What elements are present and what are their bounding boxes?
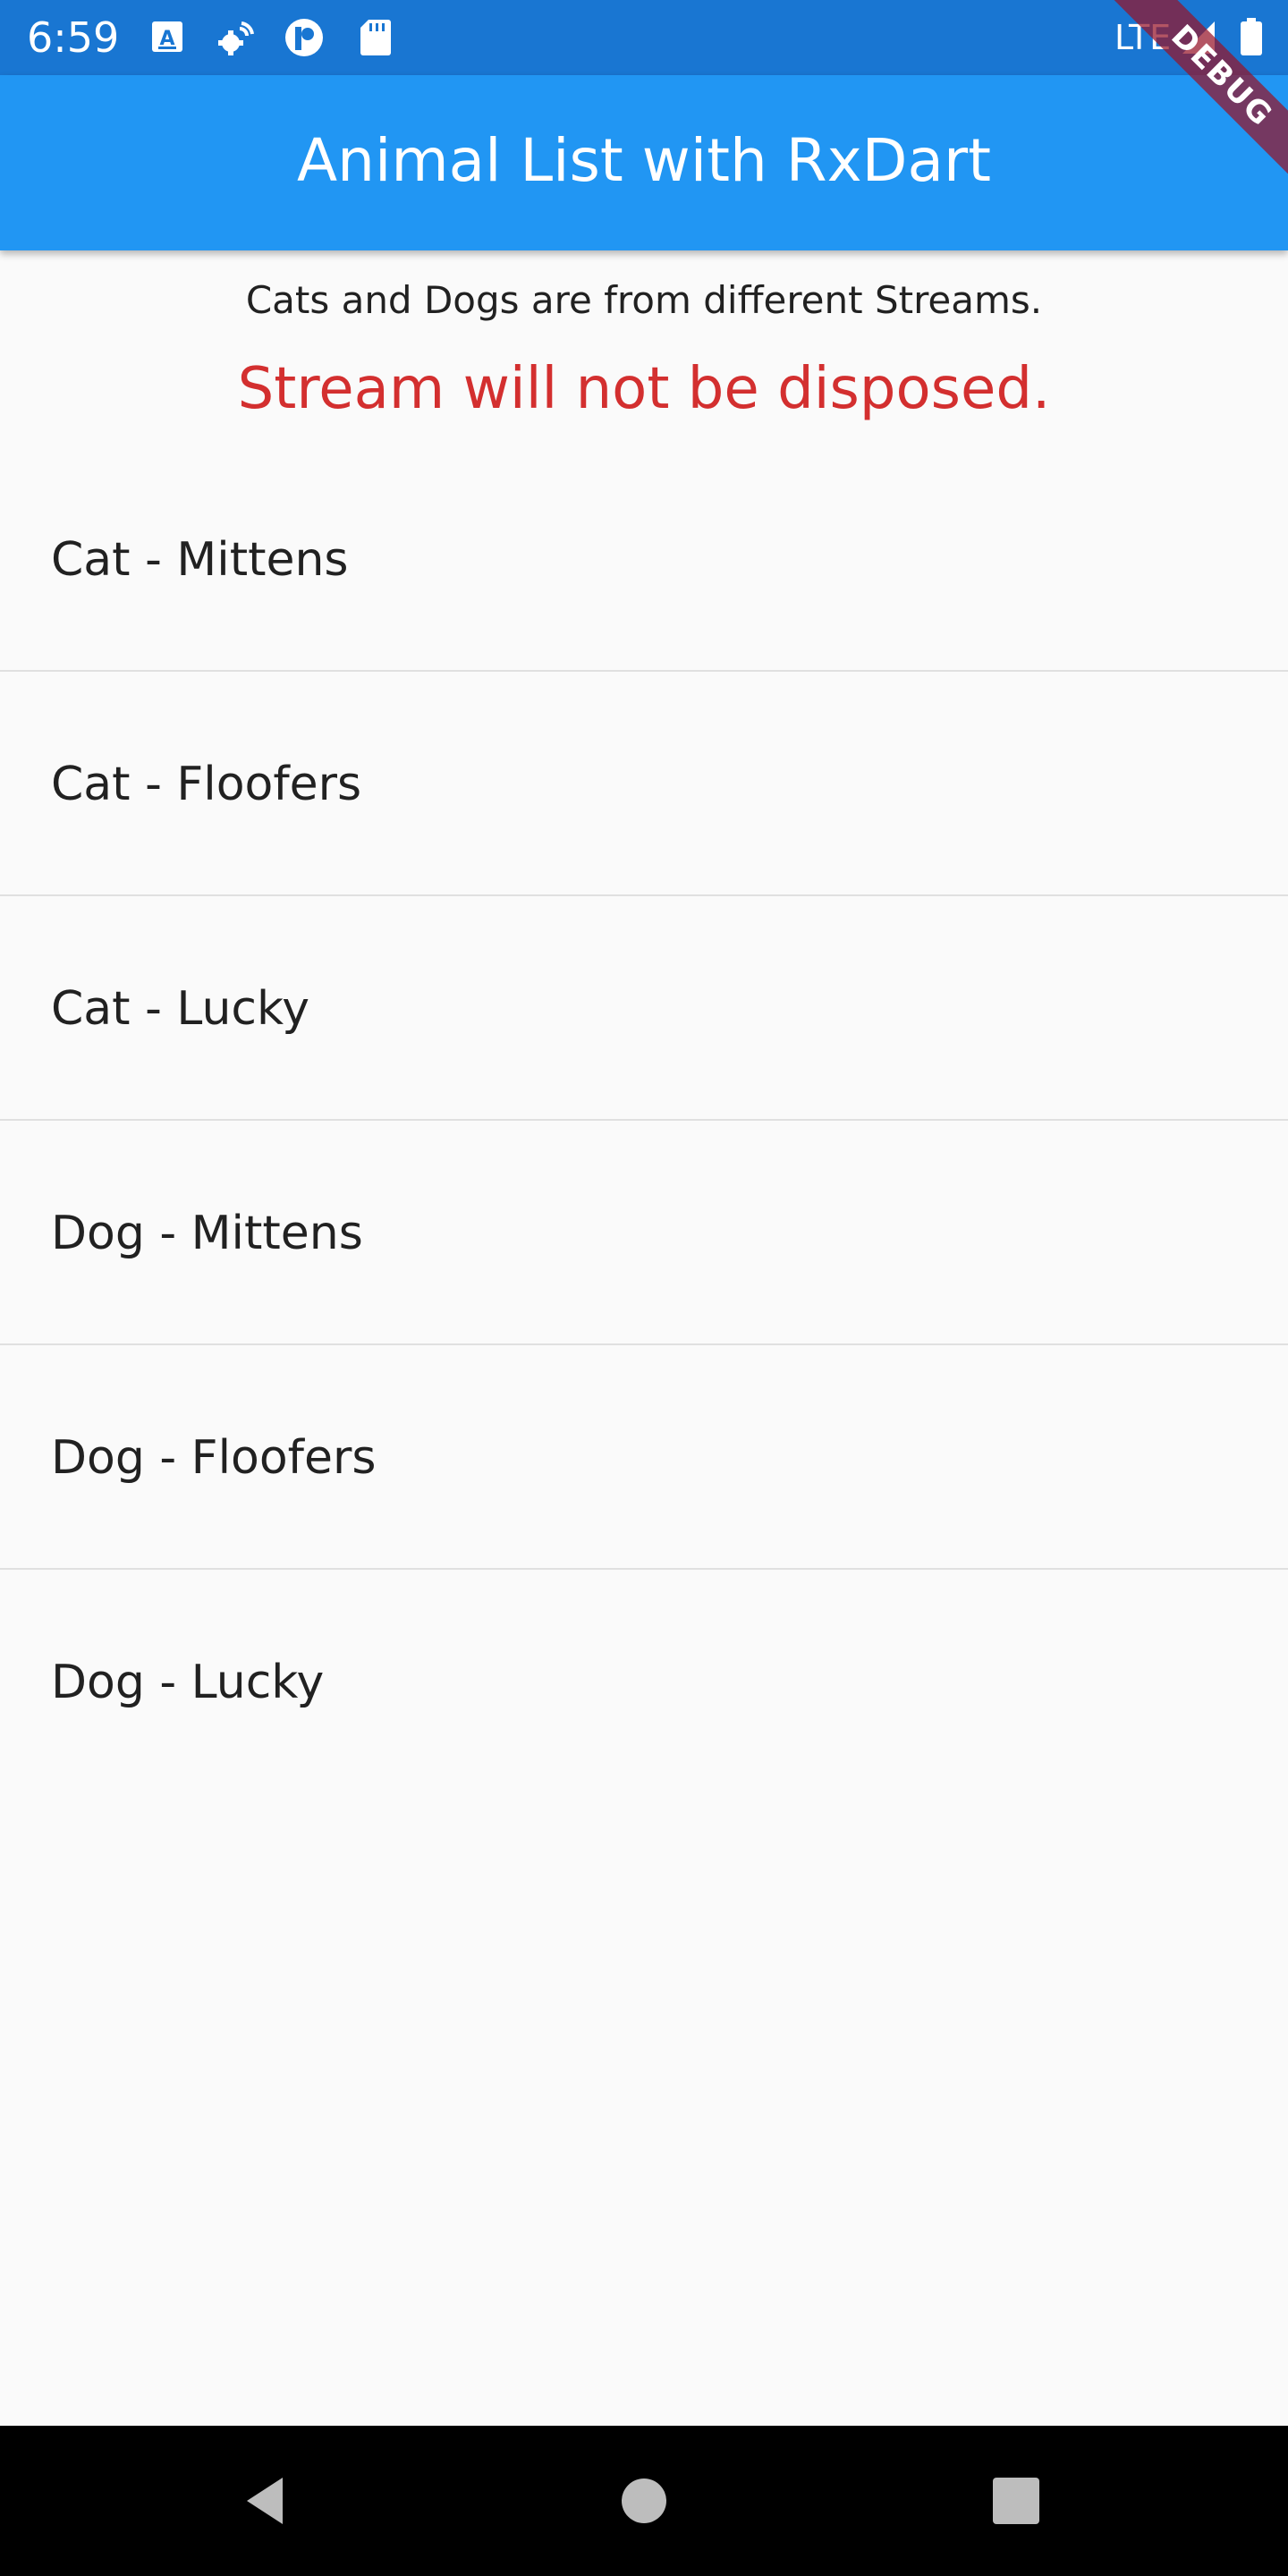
recents-icon[interactable] <box>980 2465 1052 2537</box>
list-item-label: Cat - Lucky <box>51 982 310 1036</box>
list-item[interactable]: Cat - Lucky <box>0 896 1288 1121</box>
list-item-label: Dog - Mittens <box>51 1207 363 1260</box>
battery-icon <box>1238 18 1265 57</box>
status-bar: 6:59 A LTE <box>0 0 1288 75</box>
list-item[interactable]: Cat - Mittens <box>0 447 1288 672</box>
navigation-bar <box>0 2426 1288 2576</box>
list-item[interactable]: Dog - Lucky <box>0 1570 1288 1794</box>
back-icon[interactable] <box>233 2465 304 2537</box>
list-item-label: Cat - Floofers <box>51 758 362 811</box>
keyboard-a-icon: A <box>150 18 186 57</box>
list-item[interactable]: Cat - Floofers <box>0 672 1288 896</box>
list-item[interactable]: Dog - Mittens <box>0 1121 1288 1345</box>
status-time: 6:59 <box>27 13 120 62</box>
list-item-label: Dog - Lucky <box>51 1656 325 1709</box>
streams-description: Cats and Dogs are from different Streams… <box>245 278 1043 322</box>
pocket-casts-icon <box>283 18 326 57</box>
list-item[interactable]: Dog - Floofers <box>0 1345 1288 1570</box>
app-title: Animal List with RxDart <box>297 126 991 195</box>
signal-icon <box>1179 18 1218 57</box>
settings-cog-icon <box>215 18 258 57</box>
list-item-label: Cat - Mittens <box>51 533 349 587</box>
animal-list: Cat - Mittens Cat - Floofers Cat - Lucky… <box>0 447 1288 1794</box>
list-item-label: Dog - Floofers <box>51 1431 377 1485</box>
stream-warning: Stream will not be disposed. <box>237 356 1051 422</box>
sd-card-icon <box>358 18 394 57</box>
network-type-label: LTE <box>1114 18 1172 57</box>
app-bar: Animal List with RxDart <box>0 75 1288 250</box>
screen: 6:59 A LTE Animal List with RxDart DEBUG… <box>0 0 1288 2576</box>
home-icon[interactable] <box>608 2465 680 2537</box>
